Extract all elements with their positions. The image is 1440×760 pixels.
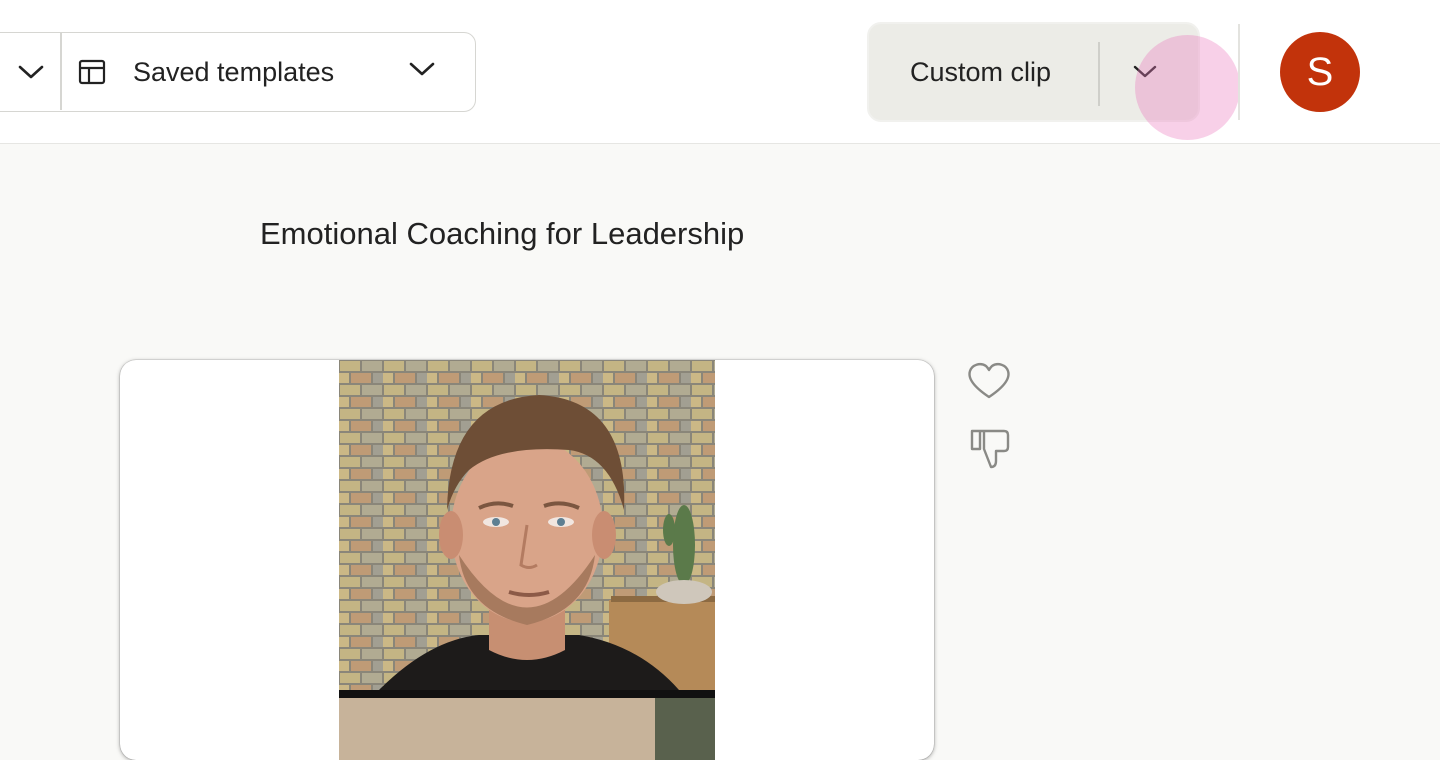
divider: [1238, 24, 1240, 120]
heart-icon: [966, 361, 1012, 406]
top-toolbar: Saved templates Custom clip S: [0, 0, 1440, 144]
like-button[interactable]: [962, 360, 1016, 406]
template-controls: Saved templates: [0, 32, 476, 112]
video-thumbnail[interactable]: [339, 360, 715, 760]
video-frame-image: [339, 360, 715, 760]
divider: [1098, 42, 1100, 106]
click-indicator: [1135, 35, 1240, 140]
dislike-button[interactable]: [962, 426, 1016, 472]
custom-clip-label[interactable]: Custom clip: [910, 57, 1051, 88]
chevron-down-icon: [408, 59, 436, 84]
saved-templates-label: Saved templates: [133, 57, 335, 87]
avatar-initial: S: [1306, 49, 1334, 94]
thumbs-down-icon: [966, 425, 1012, 474]
layout-template-icon: [78, 59, 106, 90]
video-card[interactable]: [120, 360, 934, 760]
chevron-down-icon[interactable]: [1, 33, 61, 110]
avatar[interactable]: S: [1280, 32, 1360, 112]
saved-templates-dropdown[interactable]: Saved templates: [62, 33, 475, 110]
page-title: Emotional Coaching for Leadership: [260, 216, 745, 251]
